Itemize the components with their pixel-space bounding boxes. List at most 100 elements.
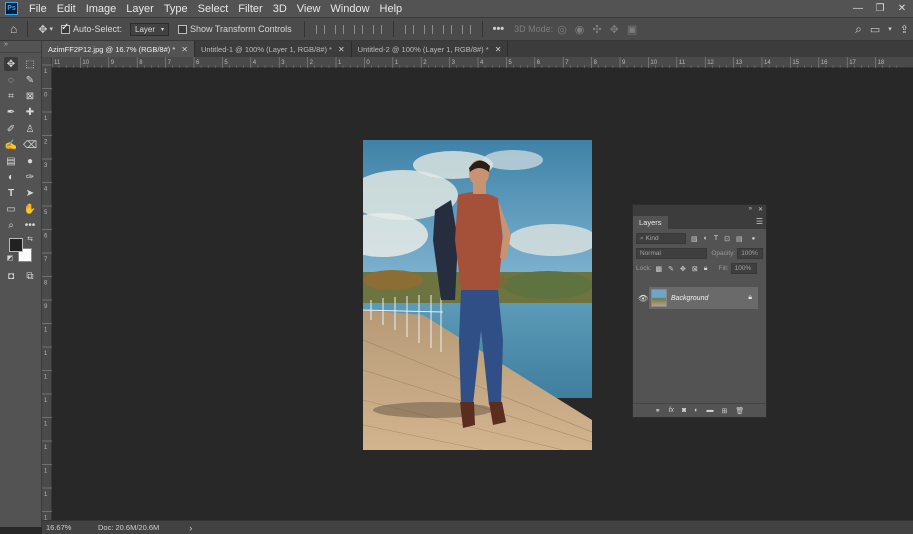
menu-view[interactable]: View bbox=[292, 3, 326, 15]
toolbar-collapse-handle[interactable]: » bbox=[0, 41, 41, 53]
gradient-tool-icon[interactable]: ▤ bbox=[4, 154, 18, 168]
align-bottom-icon[interactable] bbox=[442, 24, 452, 34]
tab-untitled-1[interactable]: Untitled-1 @ 100% (Layer 1, RGB/8#) * ✕ bbox=[194, 41, 352, 57]
tab-azimff2p12[interactable]: AzimFF2P12.jpg @ 16.7% (RGB/8#) * ✕ bbox=[42, 41, 195, 57]
rectangle-tool-icon[interactable]: ▭ bbox=[4, 202, 18, 216]
photoshop-logo-icon[interactable]: Ps bbox=[5, 2, 18, 15]
history-brush-tool-icon[interactable]: ✍ bbox=[4, 138, 18, 152]
new-layer-icon[interactable]: ⊞ bbox=[722, 407, 728, 415]
show-transform-controls-checkbox[interactable]: Show Transform Controls bbox=[178, 24, 292, 34]
dodge-tool-icon[interactable]: ◐ bbox=[4, 170, 18, 184]
share-icon[interactable]: ⇪ bbox=[900, 23, 909, 36]
layer-row[interactable]: Background 🔒︎ bbox=[649, 287, 758, 309]
tab-layers[interactable]: Layers bbox=[633, 216, 668, 229]
distribute-vertical-icon[interactable] bbox=[461, 24, 471, 34]
swap-colors-icon[interactable]: ⇆ bbox=[26, 235, 34, 243]
vertical-ruler[interactable]: 10123456789111111111 bbox=[42, 57, 52, 520]
menu-file[interactable]: File bbox=[24, 3, 52, 15]
align-top-icon[interactable] bbox=[404, 24, 414, 34]
crop-tool-icon[interactable]: ⌗ bbox=[4, 89, 18, 103]
quick-mask-icon[interactable]: ◘ bbox=[4, 269, 18, 283]
fill-input[interactable]: 100% bbox=[730, 263, 757, 274]
layer-name[interactable]: Background bbox=[671, 295, 748, 302]
chevron-down-icon[interactable]: ▾ bbox=[888, 25, 892, 33]
menu-window[interactable]: Window bbox=[325, 3, 374, 15]
auto-select-checkbox[interactable]: Auto-Select: bbox=[60, 22, 122, 34]
panel-menu-icon[interactable]: ☰ bbox=[756, 217, 763, 226]
3d-roll-icon[interactable]: ◉ bbox=[575, 23, 585, 36]
default-colors-icon[interactable]: ◩ bbox=[6, 254, 14, 262]
lock-transparent-icon[interactable]: ▩ bbox=[656, 265, 663, 273]
align-center-icon[interactable] bbox=[334, 24, 344, 34]
link-layers-icon[interactable]: ⚭ bbox=[655, 407, 661, 415]
lasso-tool-icon[interactable]: ◌ bbox=[4, 73, 18, 87]
more-options-button[interactable]: ••• bbox=[493, 23, 505, 35]
lock-all-icon[interactable]: 🔒︎ bbox=[704, 265, 708, 273]
blend-mode-dropdown[interactable]: Normal bbox=[636, 248, 708, 259]
pixel-filter-icon[interactable]: ▨ bbox=[691, 235, 698, 243]
smart-object-filter-icon[interactable]: ▤ bbox=[736, 235, 743, 243]
hand-tool-icon[interactable]: ✋ bbox=[23, 202, 37, 216]
workspace-icon[interactable]: ▭ bbox=[870, 23, 880, 36]
delete-layer-icon[interactable]: 🗑︎ bbox=[735, 407, 744, 415]
menu-image[interactable]: Image bbox=[81, 3, 122, 15]
shape-filter-icon[interactable]: ⊡ bbox=[724, 235, 730, 243]
adjustment-filter-icon[interactable]: ◐ bbox=[704, 235, 708, 242]
lock-artboard-icon[interactable]: ⊠ bbox=[692, 265, 698, 273]
close-tab-icon[interactable]: ✕ bbox=[338, 45, 345, 54]
edit-toolbar-icon[interactable]: ••• bbox=[23, 218, 37, 232]
lock-position-icon[interactable]: ✥ bbox=[680, 265, 686, 273]
menu-filter[interactable]: Filter bbox=[233, 3, 267, 15]
add-mask-icon[interactable]: ◙ bbox=[682, 407, 686, 414]
checkbox-icon[interactable] bbox=[60, 22, 70, 34]
filter-toggle-icon[interactable]: ● bbox=[752, 236, 756, 242]
healing-brush-tool-icon[interactable]: ✚ bbox=[23, 105, 37, 119]
align-left-icon[interactable] bbox=[315, 24, 325, 34]
fx-icon[interactable]: fx bbox=[669, 407, 674, 414]
path-selection-tool-icon[interactable]: ➤ bbox=[23, 186, 37, 200]
restore-icon[interactable]: ❐ bbox=[869, 0, 891, 17]
3d-scale-icon[interactable]: ▣ bbox=[627, 23, 637, 36]
new-adjustment-layer-icon[interactable]: ◐ bbox=[694, 407, 698, 414]
3d-orbit-icon[interactable]: ◎ bbox=[557, 23, 567, 36]
opacity-input[interactable]: 100% bbox=[737, 248, 763, 259]
align-right-icon[interactable] bbox=[353, 24, 363, 34]
visibility-eye-icon[interactable]: 👁︎ bbox=[638, 294, 648, 303]
quick-select-tool-icon[interactable]: ✎ bbox=[23, 73, 37, 87]
zoom-level[interactable]: 16.67% bbox=[46, 523, 90, 532]
3d-slide-icon[interactable]: ✥ bbox=[610, 23, 619, 36]
marquee-tool-icon[interactable]: ⬚ bbox=[23, 57, 37, 71]
auto-select-target-dropdown[interactable]: Layer ▾ bbox=[130, 22, 170, 36]
close-tab-icon[interactable]: ✕ bbox=[181, 45, 188, 54]
blur-tool-icon[interactable]: ● bbox=[23, 154, 37, 168]
menu-help[interactable]: Help bbox=[375, 3, 408, 15]
chevron-down-icon[interactable]: ▾ bbox=[49, 25, 53, 33]
minimize-icon[interactable]: — bbox=[847, 0, 869, 17]
collapse-panel-icon[interactable]: » bbox=[749, 206, 752, 212]
close-tab-icon[interactable]: ✕ bbox=[495, 45, 502, 54]
move-tool-preset-icon[interactable]: ✥ bbox=[38, 23, 47, 36]
status-menu-arrow-icon[interactable]: › bbox=[189, 523, 192, 533]
new-group-icon[interactable]: ▬ bbox=[707, 407, 714, 414]
eraser-tool-icon[interactable]: ⌫ bbox=[23, 138, 37, 152]
horizontal-ruler[interactable]: 11 10 9 8 7 6 5 4 3 2 1 0 1 2 3 4 5 6 7 8 9 10 11 12 13 14 15 16 17 1… bbox=[52, 57, 913, 68]
type-filter-icon[interactable]: T bbox=[714, 235, 718, 242]
zoom-tool-icon[interactable]: ⌕ bbox=[4, 218, 18, 232]
checkbox-icon[interactable] bbox=[178, 24, 188, 34]
distribute-icon[interactable] bbox=[372, 24, 382, 34]
align-middle-icon[interactable] bbox=[423, 24, 433, 34]
foreground-color-swatch[interactable] bbox=[9, 238, 23, 252]
kind-filter-dropdown[interactable]: ⌕ Kind bbox=[636, 233, 686, 244]
eyedropper-tool-icon[interactable]: ✒ bbox=[4, 105, 18, 119]
tab-untitled-2[interactable]: Untitled-2 @ 100% (Layer 1, RGB/8#) * ✕ bbox=[351, 41, 509, 57]
menu-layer[interactable]: Layer bbox=[121, 3, 159, 15]
screen-mode-icon[interactable]: ⧉ bbox=[23, 269, 37, 283]
close-panel-icon[interactable]: ✕ bbox=[758, 206, 763, 213]
menu-3d[interactable]: 3D bbox=[268, 3, 292, 15]
document-image[interactable] bbox=[363, 140, 592, 450]
lock-icon[interactable]: 🔒︎ bbox=[748, 294, 752, 302]
search-icon[interactable]: ⌕ bbox=[855, 22, 862, 37]
clone-stamp-tool-icon[interactable]: ♙ bbox=[23, 122, 37, 136]
menu-edit[interactable]: Edit bbox=[52, 3, 81, 15]
close-window-icon[interactable]: ✕ bbox=[891, 0, 913, 17]
